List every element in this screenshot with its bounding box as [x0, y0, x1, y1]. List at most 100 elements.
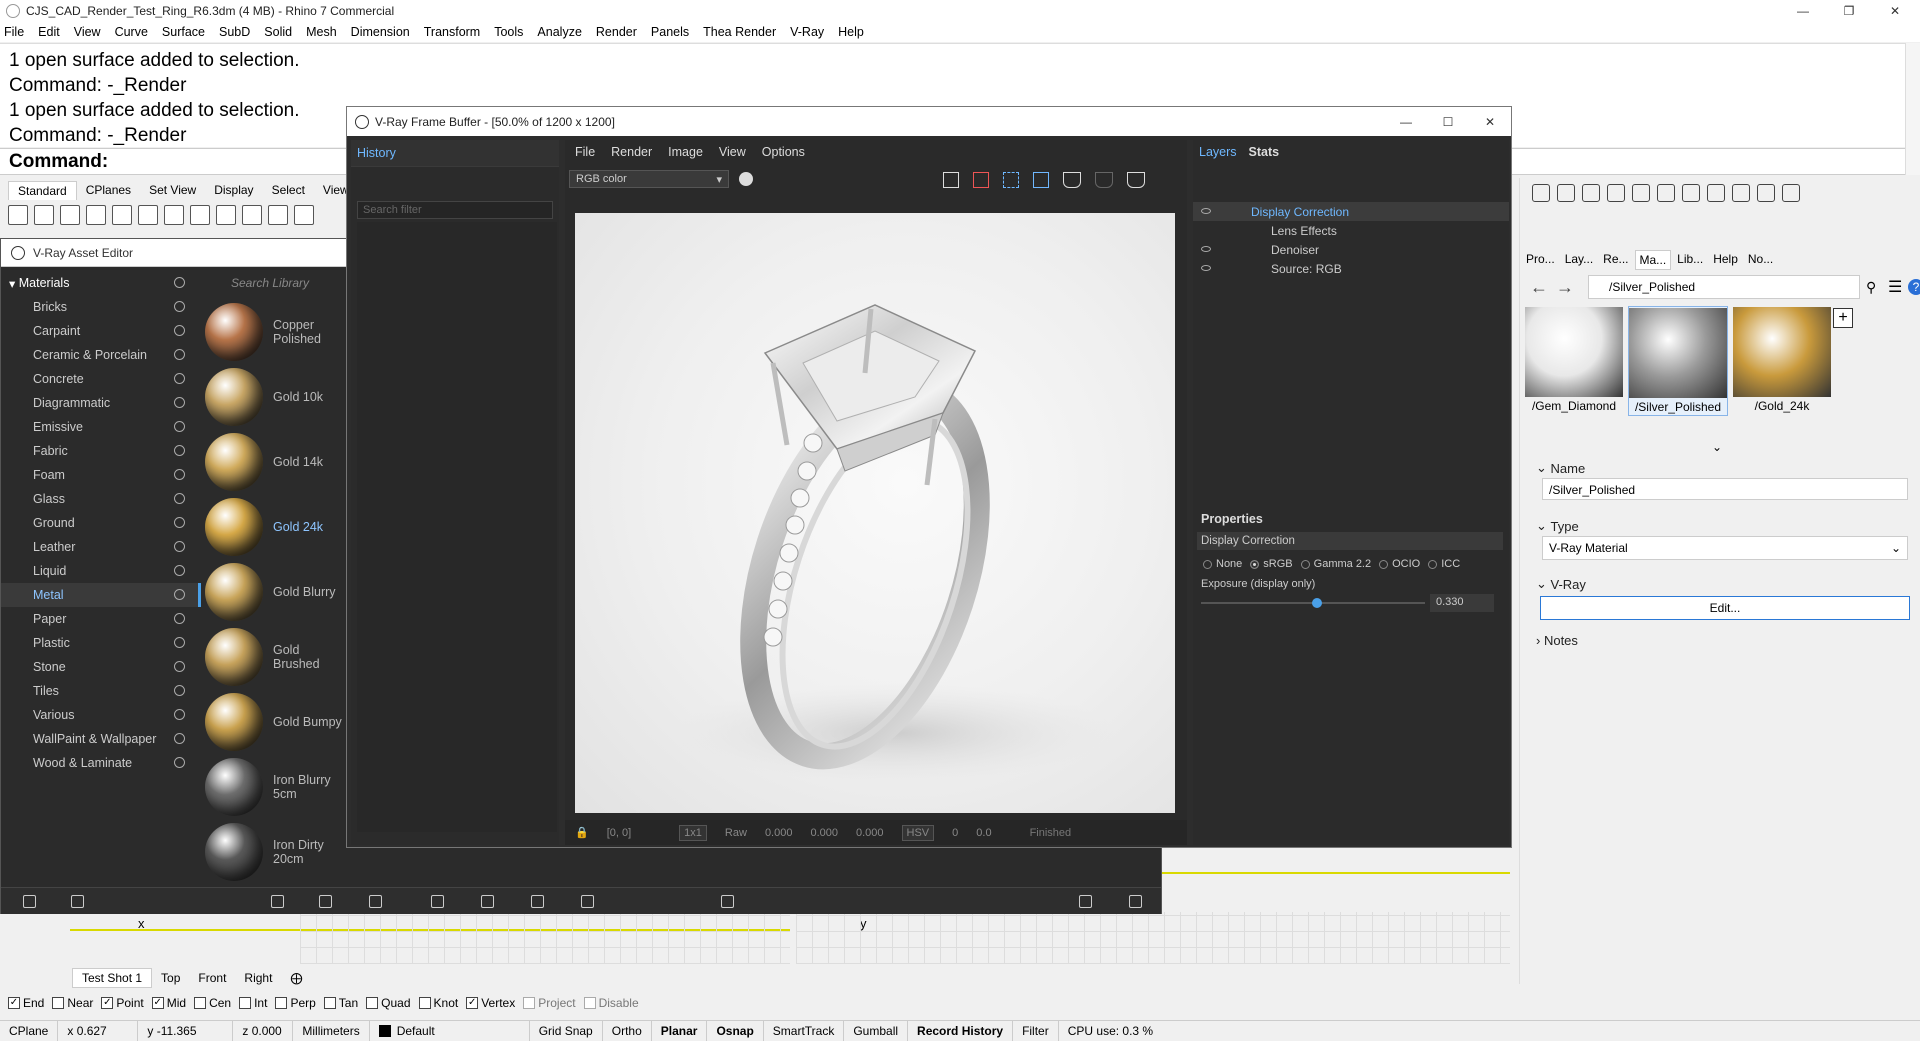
tab-materials[interactable]: Ma...	[1634, 250, 1672, 270]
material-item[interactable]: Iron Blurry 5cm	[205, 754, 347, 819]
clear-image-icon[interactable]	[973, 172, 989, 188]
checkbox[interactable]	[239, 997, 252, 1009]
open-folder-icon[interactable]	[23, 895, 36, 908]
ortho-toggle[interactable]: Ortho	[603, 1020, 652, 1041]
exposure-value[interactable]: 0.330	[1430, 594, 1494, 612]
tab-layers[interactable]: Lay...	[1561, 250, 1597, 270]
menu-thea-render[interactable]: Thea Render	[703, 25, 776, 39]
vfb-menu-file[interactable]: File	[575, 145, 595, 159]
colorspace-select[interactable]: HSV	[901, 824, 935, 841]
record-history-toggle[interactable]: Record History	[908, 1020, 1014, 1041]
render-icon[interactable]	[721, 895, 734, 908]
category-item[interactable]: Various	[1, 703, 201, 727]
lights-icon[interactable]	[1657, 184, 1675, 202]
osnap-disable[interactable]: Disable	[583, 996, 639, 1010]
checkbox[interactable]: ✓	[8, 997, 20, 1009]
material-item-selected[interactable]: Gold 24k	[205, 494, 347, 559]
material-item[interactable]: Gold 14k	[205, 429, 347, 494]
menu-help[interactable]: Help	[838, 25, 864, 39]
checkbox[interactable]	[275, 997, 288, 1009]
layer-item[interactable]: Display Correction	[1193, 202, 1509, 221]
exposure-slider[interactable]: 0.330	[1201, 594, 1499, 612]
category-item[interactable]: Leather	[1, 535, 201, 559]
cut-icon[interactable]	[138, 205, 158, 225]
vfb-menu-image[interactable]: Image	[668, 145, 703, 159]
gumball-toggle[interactable]: Gumball	[844, 1020, 909, 1041]
menu-subd[interactable]: SubD	[219, 25, 250, 39]
help-icon[interactable]: ?	[1908, 279, 1920, 295]
category-item[interactable]: Glass	[1, 487, 201, 511]
vfb-menu-options[interactable]: Options	[762, 145, 805, 159]
category-item[interactable]: Plastic	[1, 631, 201, 655]
category-item-selected[interactable]: Metal	[1, 583, 201, 607]
mesh-icon[interactable]	[1757, 184, 1775, 202]
delete-icon[interactable]	[581, 895, 594, 908]
layer-item[interactable]: Source: RGB	[1193, 259, 1509, 278]
category-item[interactable]: Stone	[1, 655, 201, 679]
minimize-button[interactable]: —	[1780, 0, 1826, 22]
tab-select[interactable]: Select	[263, 181, 314, 199]
import-icon[interactable]	[112, 205, 132, 225]
tab-help[interactable]: Help	[1709, 250, 1742, 270]
command-scrollbar[interactable]	[1905, 43, 1920, 175]
cplane-label[interactable]: CPlane	[0, 1020, 59, 1041]
layer-item[interactable]: Denoiser	[1193, 240, 1509, 259]
tab-libraries[interactable]: Lib...	[1673, 250, 1707, 270]
arrow-up-icon[interactable]	[1129, 895, 1142, 908]
lock-icon[interactable]: 🔒	[575, 826, 589, 839]
radio-icc[interactable]: ICC	[1428, 558, 1460, 570]
checkbox[interactable]	[366, 997, 379, 1009]
undo-icon[interactable]	[216, 205, 236, 225]
new-file-icon[interactable]	[8, 205, 28, 225]
cube-icon[interactable]	[1707, 184, 1725, 202]
filter-toggle[interactable]: Filter	[1013, 1020, 1059, 1041]
checkbox[interactable]	[52, 997, 65, 1009]
material-item[interactable]: Gold Brushed	[205, 624, 347, 689]
vray-section[interactable]: ⌄ V-Ray	[1528, 576, 1586, 592]
restore-button[interactable]: ❐	[1826, 0, 1872, 22]
color-picker-icon[interactable]	[739, 172, 753, 186]
viewport-grid[interactable]	[796, 912, 1510, 964]
checkbox[interactable]	[523, 997, 536, 1009]
folder-icon[interactable]	[481, 895, 494, 908]
material-item[interactable]: Copper Polished	[205, 299, 347, 364]
vfb-close-button[interactable]: ✕	[1467, 111, 1513, 133]
material-item[interactable]: Iron Dirty 20cm	[205, 819, 347, 884]
material-item[interactable]: Gold Blurry	[205, 559, 347, 624]
render-preview-icon[interactable]	[431, 895, 444, 908]
category-item[interactable]: Concrete	[1, 367, 201, 391]
menu-mesh[interactable]: Mesh	[306, 25, 337, 39]
arrow-left-icon[interactable]	[1079, 895, 1092, 908]
menu-surface[interactable]: Surface	[162, 25, 205, 39]
refresh-icon[interactable]	[319, 895, 332, 908]
add-viewport-icon[interactable]: ⨁	[281, 969, 311, 987]
material-thumb[interactable]: /Gold_24k	[1732, 306, 1832, 416]
radio-none[interactable]: None	[1203, 558, 1242, 570]
smarttrack-toggle[interactable]: SmartTrack	[764, 1020, 845, 1041]
material-type-select[interactable]: V-Ray Material ⌄	[1542, 536, 1908, 560]
radio-gamma[interactable]: Gamma 2.2	[1300, 558, 1371, 570]
vfb-minimize-button[interactable]: —	[1383, 111, 1429, 133]
frame-buffer-icon[interactable]	[1607, 184, 1625, 202]
pan-icon[interactable]	[242, 205, 262, 225]
category-item[interactable]: Bricks	[1, 295, 201, 319]
category-item[interactable]: Emissive	[1, 415, 201, 439]
notes-section[interactable]: › Notes	[1528, 633, 1578, 648]
menu-file[interactable]: File	[4, 25, 24, 39]
category-item[interactable]: Wood & Laminate	[1, 751, 201, 775]
osnap-int[interactable]: Int	[239, 996, 267, 1010]
render-teapot-icon[interactable]	[1127, 172, 1145, 188]
material-item[interactable]: Gold Bumpy	[205, 689, 347, 754]
tab-properties[interactable]: Pro...	[1522, 250, 1559, 270]
vfb-menu-view[interactable]: View	[719, 145, 746, 159]
interactive-render-icon[interactable]	[1063, 172, 1081, 188]
menu-analyze[interactable]: Analyze	[537, 25, 581, 39]
collapse-icon[interactable]: ⌄	[1712, 440, 1722, 454]
osnap-near[interactable]: Near	[52, 996, 93, 1010]
category-item[interactable]: Liquid	[1, 559, 201, 583]
menu-render[interactable]: Render	[596, 25, 637, 39]
sun-icon[interactable]	[1682, 184, 1700, 202]
category-item[interactable]: Fabric	[1, 439, 201, 463]
category-item[interactable]: Foam	[1, 463, 201, 487]
asset-editor-icon[interactable]	[1632, 184, 1650, 202]
